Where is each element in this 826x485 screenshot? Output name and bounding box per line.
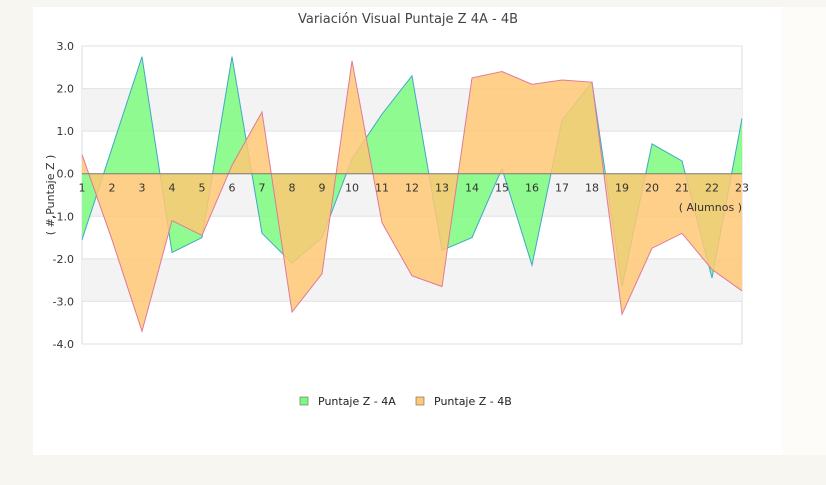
legend-label-2: Puntaje Z - 4B [434, 395, 512, 408]
x-tick-label: 13 [435, 182, 449, 195]
y-tick-label: 2.0 [57, 83, 75, 96]
area-chart: Variación Visual Puntaje Z 4A - 4B 3.0 2.… [44, 12, 749, 408]
x-axis-label: ( Alumnos ) [679, 201, 742, 214]
chart-title: Variación Visual Puntaje Z 4A - 4B [298, 12, 518, 27]
x-tick-label: 12 [405, 182, 419, 195]
x-tick-label: 9 [319, 182, 326, 195]
x-tick-label: 2 [109, 182, 116, 195]
x-tick-label: 15 [495, 182, 509, 195]
x-tick-label: 11 [375, 182, 389, 195]
x-tick-label: 10 [345, 182, 359, 195]
y-tick-label: 3.0 [57, 40, 75, 53]
x-tick-label: 16 [525, 182, 539, 195]
x-tick-label: 3 [139, 182, 146, 195]
x-tick-label: 18 [585, 182, 599, 195]
x-tick-label: 6 [229, 182, 236, 195]
x-tick-label: 8 [289, 182, 296, 195]
legend-swatch-2 [415, 396, 425, 406]
x-tick-label: 19 [615, 182, 629, 195]
x-tick-label: 4 [169, 182, 176, 195]
y-tick-label: -4.0 [53, 338, 74, 351]
legend-label-1: Puntaje Z - 4A [318, 395, 396, 408]
x-tick-label: 7 [259, 182, 266, 195]
y-tick-label: 1.0 [57, 125, 75, 138]
x-tick-label: 22 [705, 182, 719, 195]
x-tick-label: 5 [199, 182, 206, 195]
y-tick-label: 0.0 [57, 168, 75, 181]
y-tick-label: -2.0 [53, 253, 74, 266]
x-tick-label: 17 [555, 182, 569, 195]
legend: Puntaje Z - 4A Puntaje Z - 4B [299, 395, 512, 408]
x-tick-label: 14 [465, 182, 479, 195]
x-tick-label: 1 [79, 182, 86, 195]
x-tick-label: 23 [735, 182, 749, 195]
x-tick-label: 20 [645, 182, 659, 195]
y-axis-label: ( #,Puntaje Z ) [44, 155, 57, 236]
y-tick-label: -3.0 [53, 295, 74, 308]
legend-swatch-1 [299, 396, 309, 406]
x-tick-label: 21 [675, 182, 689, 195]
